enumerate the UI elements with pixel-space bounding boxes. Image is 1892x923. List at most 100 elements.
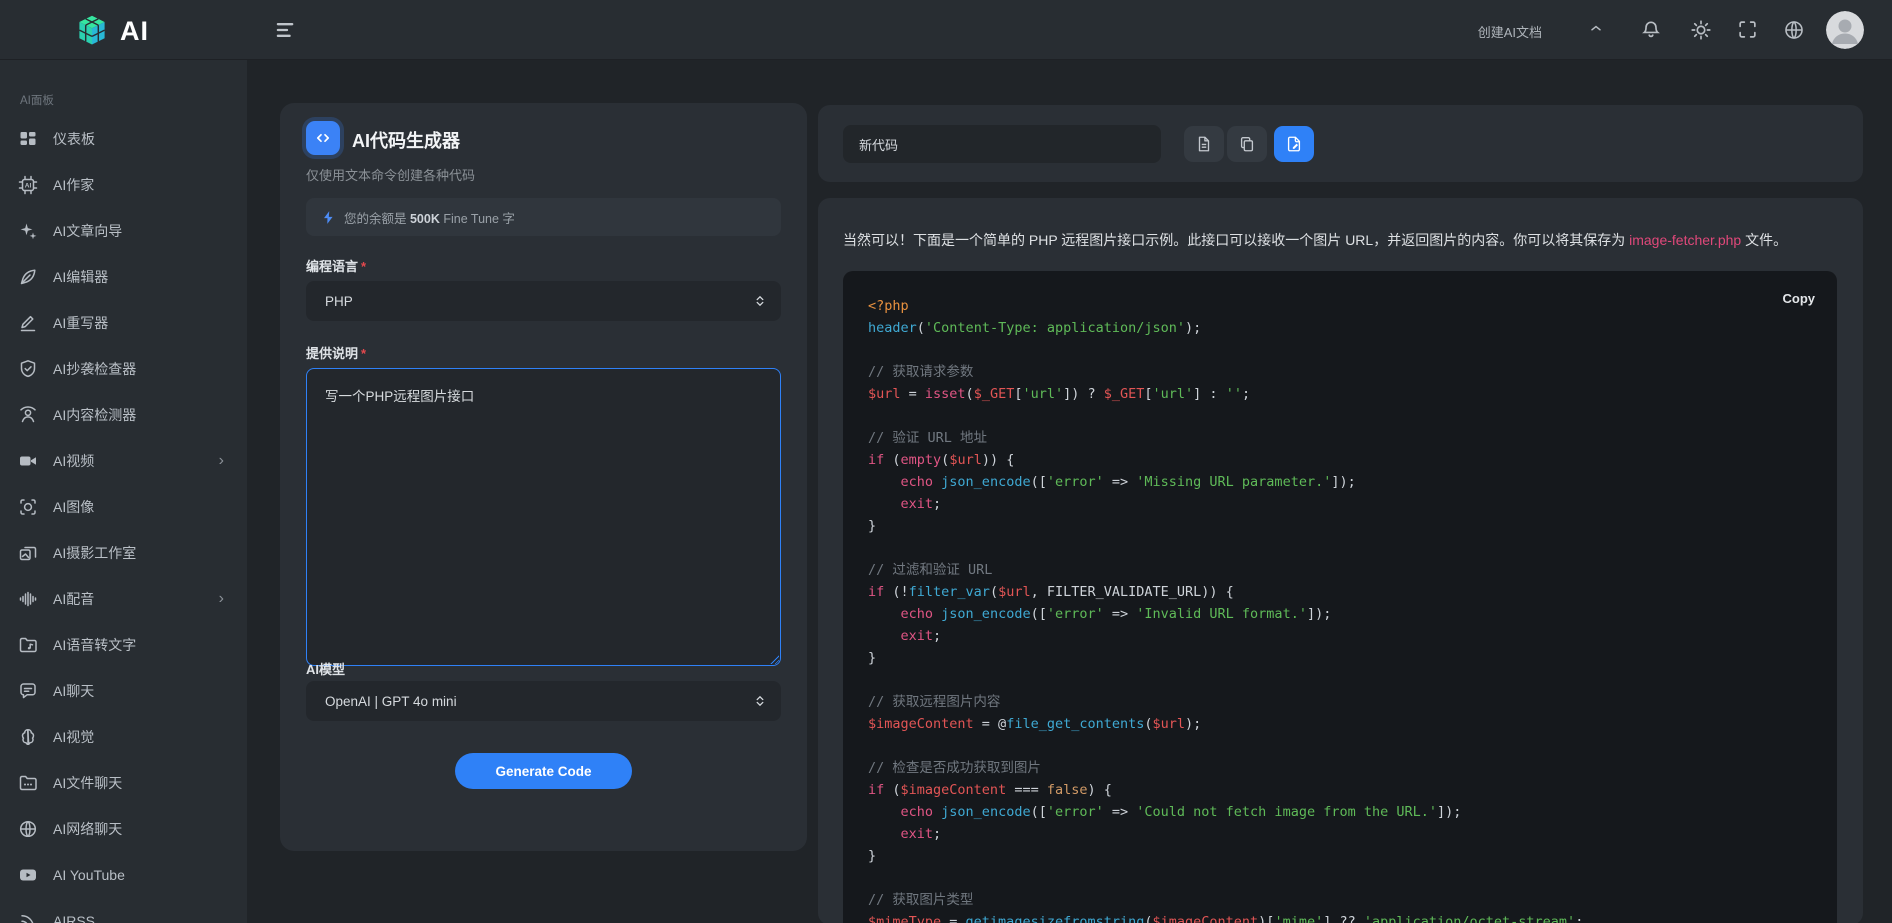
sidebar-item-label: AI聊天 bbox=[53, 681, 94, 701]
copy-document-button[interactable] bbox=[1227, 126, 1267, 162]
bell-icon[interactable] bbox=[1640, 19, 1662, 41]
code-line: } bbox=[868, 647, 1817, 669]
select-caret-icon bbox=[753, 294, 767, 308]
ai-writer-icon: AI bbox=[18, 175, 38, 195]
code-line: $imageContent = @file_get_contents($url)… bbox=[868, 713, 1817, 735]
chevron-up-icon[interactable] bbox=[1587, 19, 1609, 41]
sun-icon[interactable] bbox=[1690, 19, 1712, 41]
code-line: header('Content-Type: application/json')… bbox=[868, 317, 1817, 339]
code-line: // 验证 URL 地址 bbox=[868, 427, 1817, 449]
inline-filename: image-fetcher.php bbox=[1629, 232, 1741, 248]
fullscreen-icon[interactable] bbox=[1737, 19, 1759, 41]
document-toolbar-card bbox=[818, 105, 1863, 182]
menu-icon[interactable] bbox=[274, 17, 300, 43]
avatar[interactable] bbox=[1826, 11, 1864, 49]
sidebar-item-video[interactable]: AI视频 › bbox=[0, 438, 248, 484]
new-document-icon bbox=[1195, 135, 1213, 153]
document-title-input[interactable] bbox=[843, 125, 1161, 163]
code-line bbox=[868, 867, 1817, 889]
save-document-button[interactable] bbox=[1274, 126, 1314, 162]
sidebar-item-label: AI YouTube bbox=[53, 867, 125, 883]
description-textarea[interactable]: 写一个PHP远程图片接口 bbox=[306, 368, 781, 666]
dashboard-icon bbox=[18, 129, 38, 149]
code-line: exit; bbox=[868, 625, 1817, 647]
image-icon bbox=[18, 497, 38, 517]
sidebar-item-rewriter[interactable]: AI重写器 bbox=[0, 300, 248, 346]
sidebar-menu: 仪表板AIAI作家AI文章向导AI编辑器AI重写器AI抄袭检查器AI内容检测器A… bbox=[0, 116, 248, 923]
sidebar-item-speech-to-text[interactable]: AI语音转文字 bbox=[0, 622, 248, 668]
code-line bbox=[868, 405, 1817, 427]
rss-icon bbox=[18, 911, 38, 923]
sidebar-item-label: AI视频 bbox=[53, 451, 94, 471]
web-chat-icon bbox=[18, 819, 38, 839]
model-label: AI模型 bbox=[306, 659, 345, 678]
description-label: 提供说明* bbox=[306, 343, 366, 362]
new-document-button[interactable] bbox=[1184, 126, 1224, 162]
sidebar-item-photo-studio[interactable]: AI摄影工作室 bbox=[0, 530, 248, 576]
voiceover-icon bbox=[18, 589, 38, 609]
sidebar-item-image[interactable]: AI图像 bbox=[0, 484, 248, 530]
app-header: AI 创建AI文档 bbox=[0, 0, 1892, 60]
photo-studio-icon bbox=[18, 543, 38, 563]
balance-suffix: Fine Tune 字 bbox=[440, 212, 515, 226]
sidebar-item-label: AI编辑器 bbox=[53, 267, 108, 287]
globe-icon[interactable] bbox=[1783, 19, 1805, 41]
model-select[interactable]: OpenAI | GPT 4o mini bbox=[306, 681, 781, 721]
chevron-right-icon: › bbox=[219, 453, 224, 469]
sidebar-item-voiceover[interactable]: AI配音› bbox=[0, 576, 248, 622]
sidebar-item-label: AI图像 bbox=[53, 497, 94, 517]
result-panel: 当然可以！下面是一个简单的 PHP 远程图片接口示例。此接口可以接收一个图片 U… bbox=[818, 198, 1863, 923]
language-select[interactable]: PHP bbox=[306, 281, 781, 321]
code-line: <?php bbox=[868, 295, 1817, 317]
select-caret-icon bbox=[753, 694, 767, 708]
file-chat-icon bbox=[18, 773, 38, 793]
page-subtitle: 仅使用文本命令创建各种代码 bbox=[306, 165, 475, 184]
generate-code-button[interactable]: Generate Code bbox=[455, 753, 632, 789]
sidebar-item-dashboard[interactable]: 仪表板 bbox=[0, 116, 248, 162]
code-line: if (empty($url)) { bbox=[868, 449, 1817, 471]
balance-prefix: 您的余额是 bbox=[344, 212, 410, 226]
model-value: OpenAI | GPT 4o mini bbox=[325, 694, 457, 709]
sidebar-item-youtube[interactable]: AI YouTube bbox=[0, 852, 248, 898]
bolt-icon bbox=[321, 209, 336, 226]
sidebar: AI面板 仪表板 AI AI作家 AI文章向导 AI编辑器 AI重写器 AI抄袭检查器 AI内… bbox=[0, 60, 248, 923]
speech-to-text-icon bbox=[18, 635, 38, 655]
sidebar-item-label: AI抄袭检查器 bbox=[53, 359, 136, 379]
sidebar-item-ai-writer[interactable]: AI AI作家 bbox=[0, 162, 248, 208]
chevron-right-icon: › bbox=[219, 591, 224, 607]
app-logo[interactable]: AI bbox=[74, 12, 149, 50]
sidebar-item-file-chat[interactable]: AI文件聊天 bbox=[0, 760, 248, 806]
sidebar-item-article-wizard[interactable]: AI文章向导 bbox=[0, 208, 248, 254]
code-line: // 检查是否成功获取到图片 bbox=[868, 757, 1817, 779]
code-line bbox=[868, 669, 1817, 691]
code-line bbox=[868, 339, 1817, 361]
result-intro-text: 当然可以！下面是一个简单的 PHP 远程图片接口示例。此接口可以接收一个图片 U… bbox=[843, 230, 1838, 250]
code-line: // 获取图片类型 bbox=[868, 889, 1817, 911]
code-line bbox=[868, 537, 1817, 559]
sidebar-item-label: AI网络聊天 bbox=[53, 819, 122, 839]
code-line: } bbox=[868, 845, 1817, 867]
language-label: 编程语言* bbox=[306, 256, 366, 275]
save-document-icon bbox=[1285, 135, 1303, 153]
sidebar-item-rss[interactable]: AIRSS bbox=[0, 898, 248, 923]
code-line: $url = isset($_GET['url']) ? $_GET['url'… bbox=[868, 383, 1817, 405]
required-mark: * bbox=[361, 259, 366, 274]
sidebar-item-label: AI作家 bbox=[53, 175, 94, 195]
sidebar-item-label: AI文章向导 bbox=[53, 221, 122, 241]
sidebar-item-content-detector[interactable]: AI内容检测器 bbox=[0, 392, 248, 438]
sidebar-item-label: AI语音转文字 bbox=[53, 635, 136, 655]
sidebar-item-web-chat[interactable]: AI网络聊天 bbox=[0, 806, 248, 852]
create-ai-doc-link[interactable]: 创建AI文档 bbox=[1478, 22, 1542, 41]
code-line: } bbox=[868, 515, 1817, 537]
content-detector-icon bbox=[18, 405, 38, 425]
sidebar-item-label: AI摄影工作室 bbox=[53, 543, 136, 563]
balance-amount: 500K bbox=[410, 212, 440, 226]
sidebar-item-chat[interactable]: AI聊天 bbox=[0, 668, 248, 714]
sidebar-section-label: AI面板 bbox=[20, 92, 54, 108]
code-line: // 过滤和验证 URL bbox=[868, 559, 1817, 581]
sidebar-item-editor[interactable]: AI编辑器 bbox=[0, 254, 248, 300]
sidebar-item-vision[interactable]: AI视觉 bbox=[0, 714, 248, 760]
svg-text:AI: AI bbox=[25, 183, 32, 190]
sidebar-item-plagiarism[interactable]: AI抄袭检查器 bbox=[0, 346, 248, 392]
code-generator-card: AI代码生成器 仅使用文本命令创建各种代码 您的余额是 500K Fine Tu… bbox=[280, 103, 807, 851]
